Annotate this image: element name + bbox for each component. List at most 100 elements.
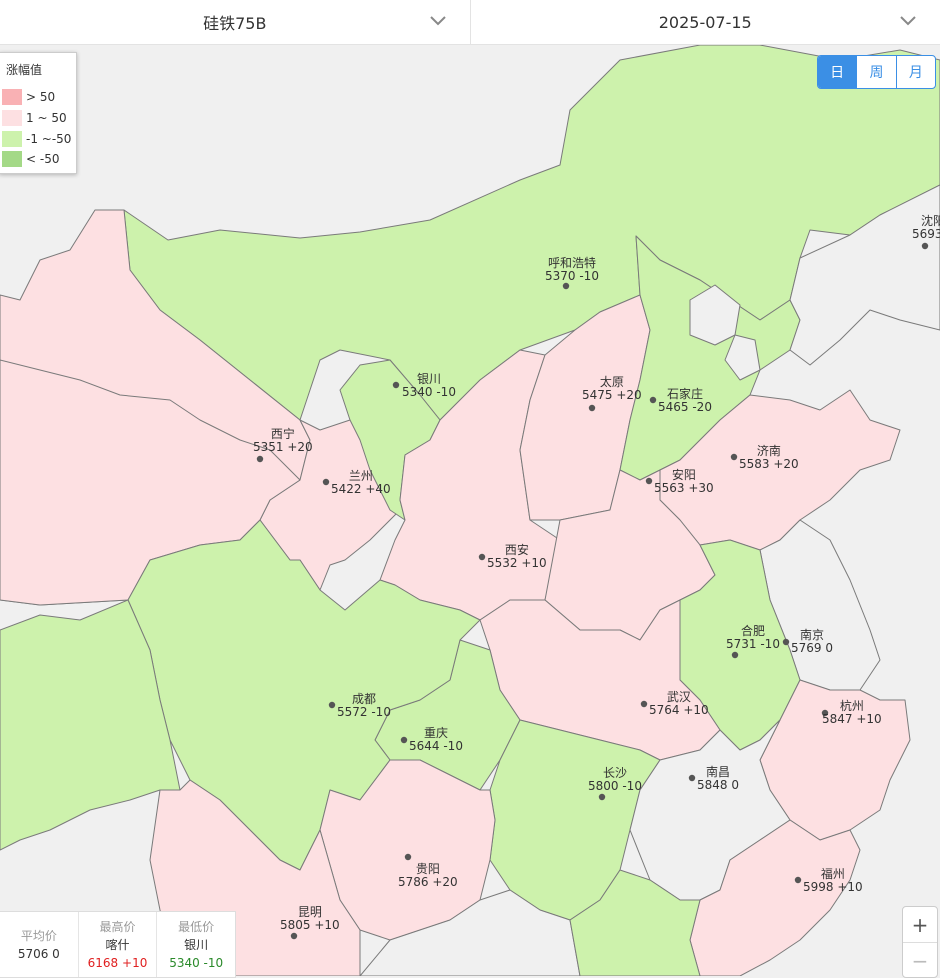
city-name: 济南 [757,443,781,458]
city-name: 福州 [821,866,845,881]
stat-city: 银川 [184,936,208,954]
legend-item[interactable]: -1 ~-50 [2,131,71,147]
city-price: 5465 -20 [658,400,712,414]
city-name: 武汉 [667,690,691,704]
city-name: 南京 [800,627,824,642]
legend-label: < -50 [26,152,59,166]
city-dot [479,554,485,560]
city-dot [783,639,789,645]
stat-value: 5340 -10 [169,954,223,972]
city-dot [731,454,737,460]
city-dot [922,243,928,249]
zoom-out-button[interactable]: − [903,942,937,978]
stat-min: 最低价 银川 5340 -10 [156,912,235,977]
legend-swatch [2,131,22,147]
city-name: 西安 [505,542,529,557]
city-name: 银川 [417,372,441,386]
stat-max: 最高价 喀什 6168 +10 [78,912,157,977]
city-price: 5693 0 [912,227,940,241]
stat-value: 5706 0 [18,945,60,963]
city-name: 沈阳 [921,213,940,228]
city-dot [795,877,801,883]
city-name: 兰州 [349,469,373,483]
period-week-button[interactable]: 周 [856,56,895,88]
legend-label: -1 ~-50 [26,132,71,146]
city-dot [589,405,595,411]
period-day-button[interactable]: 日 [818,56,856,88]
legend-title: 涨幅值 [6,61,42,78]
city-dot [257,456,263,462]
city-price: 5583 +20 [739,457,799,471]
city-price: 5370 -10 [545,269,599,283]
city-name: 南昌 [706,764,730,779]
stat-label: 最低价 [178,918,214,936]
city-name: 贵阳 [416,862,440,876]
city-price: 5572 -10 [337,705,391,719]
legend-label: > 50 [26,90,55,104]
chevron-down-icon [898,11,918,31]
city-price: 5475 +20 [582,388,642,402]
price-map[interactable]: 沈阳5693 0呼和浩特5370 -10银川5340 -10太原5475 +20… [0,45,940,976]
city-dot [563,283,569,289]
city-price: 5351 +20 [253,440,313,454]
city-dot [732,652,738,658]
city-name: 安阳 [672,467,696,482]
city-name: 西宁 [271,426,295,441]
city-price: 5998 +10 [803,880,863,894]
stat-label: 平均价 [21,927,57,945]
city-dot [405,854,411,860]
city-name: 杭州 [840,698,864,713]
chevron-down-icon [428,11,448,31]
period-month-button[interactable]: 月 [896,56,935,88]
city-name: 石家庄 [667,386,703,401]
city-dot [641,701,647,707]
legend-swatch [2,151,22,167]
city-price: 5644 -10 [409,739,463,753]
city-price: 5805 +10 [280,918,340,932]
city-name: 昆明 [298,905,322,919]
period-toggle: 日 周 月 [817,55,936,89]
city-dot [650,397,656,403]
legend-swatch [2,110,22,126]
legend-swatch [2,89,22,105]
city-dot [329,702,335,708]
top-bar: 硅铁75B 2025-07-15 [0,0,940,45]
city-name: 呼和浩特 [548,255,596,270]
legend-item[interactable]: > 50 [2,89,55,105]
city-price: 5786 +20 [398,875,458,889]
city-price: 5848 0 [697,778,739,792]
date-selector[interactable]: 2025-07-15 [471,0,940,44]
zoom-in-button[interactable]: + [903,907,937,942]
legend-item[interactable]: < -50 [2,151,59,167]
city-dot [393,382,399,388]
city-price: 5563 +30 [654,481,714,495]
zoom-controls: + − [902,906,938,978]
city-name: 重庆 [424,726,448,740]
city-price: 5731 -10 [726,637,780,651]
city-dot [291,933,297,939]
city-dot [323,479,329,485]
product-label: 硅铁75B [203,10,266,34]
city-price: 5800 -10 [588,779,642,793]
city-dot [689,775,695,781]
stats-panel: 平均价 5706 0 最高价 喀什 6168 +10 最低价 银川 5340 -… [0,911,236,978]
city-name: 合肥 [741,623,765,638]
city-price: 5764 +10 [649,703,709,717]
product-selector[interactable]: 硅铁75B [0,0,471,44]
city-price: 5422 +40 [331,482,391,496]
province-regions [0,45,940,976]
date-label: 2025-07-15 [659,13,752,32]
legend: 涨幅值 > 50 1 ~ 50 -1 ~-50 < -50 [0,52,77,174]
city-dot [599,794,605,800]
city-price: 5847 +10 [822,712,882,726]
city-price: 5532 +10 [487,556,547,570]
city-price: 5340 -10 [402,385,456,399]
city-dot [401,737,407,743]
city-name: 成都 [352,692,376,706]
stat-city: 喀什 [106,936,130,954]
city-dot [646,478,652,484]
city-name: 太原 [600,374,624,389]
stat-average: 平均价 5706 0 [0,912,78,977]
city-price: 5769 0 [791,641,833,655]
legend-item[interactable]: 1 ~ 50 [2,110,67,126]
